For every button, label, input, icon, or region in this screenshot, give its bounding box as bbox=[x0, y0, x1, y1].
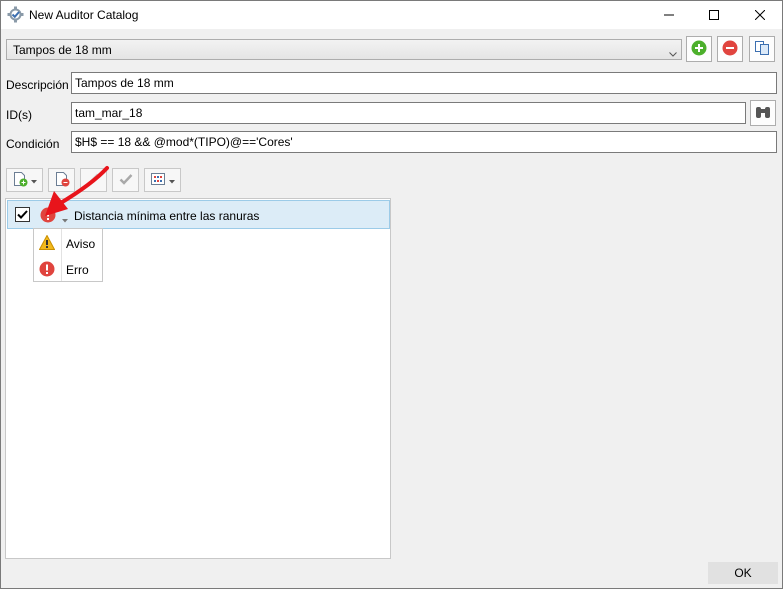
add-icon bbox=[691, 40, 707, 59]
catalog-select[interactable]: Tampos de 18 mm bbox=[6, 39, 682, 60]
severity-menu: Aviso Erro bbox=[33, 228, 103, 282]
warning-icon bbox=[38, 234, 56, 253]
rule-enabled-checkbox[interactable] bbox=[15, 207, 30, 222]
copy-catalog-button[interactable] bbox=[749, 36, 775, 62]
close-button[interactable] bbox=[737, 1, 782, 29]
new-document-icon bbox=[12, 171, 28, 190]
binoculars-icon bbox=[755, 104, 771, 123]
minimize-button[interactable] bbox=[646, 1, 691, 29]
remove-catalog-button[interactable] bbox=[717, 36, 743, 62]
descripcion-field[interactable]: Tampos de 18 mm bbox=[71, 72, 777, 94]
validate-rule-button[interactable] bbox=[112, 168, 139, 192]
grid-view-icon bbox=[150, 172, 166, 189]
severity-menu-item-aviso[interactable]: Aviso bbox=[34, 230, 102, 256]
dropdown-arrow-icon bbox=[31, 173, 37, 187]
remove-icon bbox=[722, 40, 738, 59]
severity-menu-item-label: Aviso bbox=[66, 237, 96, 251]
ok-button[interactable]: OK bbox=[708, 562, 778, 584]
dropdown-arrow-icon bbox=[169, 173, 175, 187]
copy-icon bbox=[754, 40, 770, 59]
condicion-label: Condición bbox=[6, 137, 60, 151]
add-catalog-button[interactable] bbox=[686, 36, 712, 62]
view-options-button[interactable] bbox=[144, 168, 181, 192]
add-rule-button[interactable] bbox=[6, 168, 43, 192]
ids-label: ID(s) bbox=[6, 108, 32, 122]
search-ids-button[interactable] bbox=[750, 100, 776, 126]
ids-field[interactable]: tam_mar_18 bbox=[71, 102, 746, 124]
descripcion-label: Descripción bbox=[6, 78, 69, 92]
severity-menu-item-erro[interactable]: Erro bbox=[34, 256, 102, 282]
maximize-button[interactable] bbox=[691, 1, 736, 29]
error-icon bbox=[39, 261, 55, 280]
auditor-catalog-window: New Auditor Catalog Tampos de 18 mm Desc… bbox=[0, 0, 783, 589]
chevron-down-icon bbox=[669, 46, 677, 60]
title-bar: New Auditor Catalog bbox=[1, 1, 782, 29]
condicion-field[interactable]: $H$ == 18 && @mod*(TIPO)@=='Cores' bbox=[71, 131, 777, 153]
severity-menu-item-label: Erro bbox=[66, 263, 89, 277]
window-title: New Auditor Catalog bbox=[29, 8, 139, 22]
check-icon bbox=[119, 173, 133, 188]
app-gear-check-icon bbox=[7, 6, 24, 23]
catalog-select-value: Tampos de 18 mm bbox=[13, 43, 112, 57]
annotation-arrow bbox=[45, 166, 109, 216]
